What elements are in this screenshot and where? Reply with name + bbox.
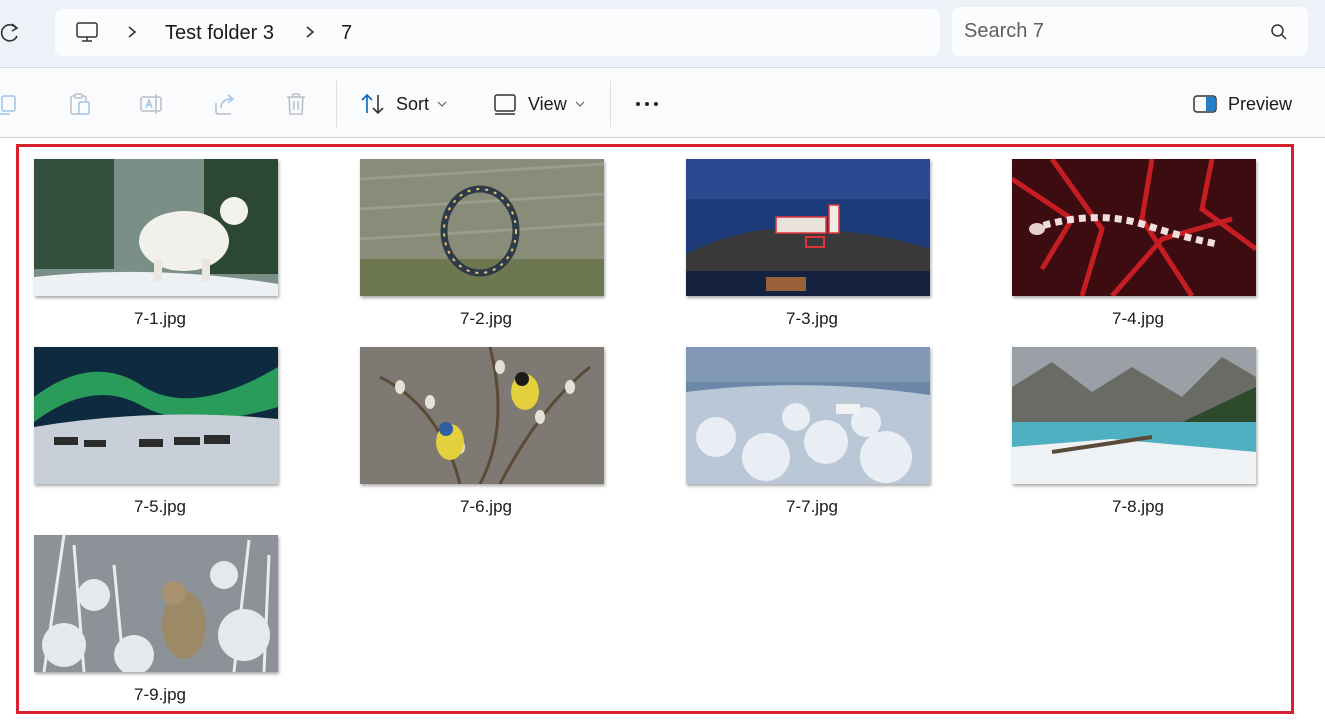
file-name: 7-2.jpg <box>460 309 512 328</box>
sort-button[interactable]: Sort <box>360 87 447 121</box>
refresh-icon[interactable] <box>0 22 20 44</box>
file-tile-7-5[interactable]: 7-5.jpg <box>34 347 280 516</box>
breadcrumb-test-folder-3[interactable]: Test folder 3 <box>165 22 274 45</box>
command-bar: Sort View Preview <box>0 69 1325 138</box>
file-name: 7-3.jpg <box>786 309 838 328</box>
sort-label: Sort <box>396 93 430 114</box>
preview-button[interactable]: Preview <box>1192 87 1292 121</box>
delete-icon[interactable] <box>283 91 309 117</box>
thumbnail-mountain-goat <box>34 159 278 296</box>
thumbnail-lighthouse-night <box>686 159 930 296</box>
title-bar: Test folder 3 7 <box>0 0 1325 68</box>
breadcrumb-7[interactable]: 7 <box>341 22 352 45</box>
file-name: 7-4.jpg <box>1112 309 1164 328</box>
thumbnail-red-coral-shrimp <box>1012 159 1256 296</box>
share-icon[interactable] <box>212 91 238 117</box>
file-tile-7-2[interactable]: 7-2.jpg <box>360 159 606 328</box>
preview-pane-icon <box>1193 95 1217 113</box>
file-name: 7-8.jpg <box>1112 497 1164 516</box>
file-tile-7-7[interactable]: 7-7.jpg <box>686 347 932 516</box>
toolbar-separator <box>336 81 337 127</box>
chevron-down-icon <box>575 101 585 107</box>
file-tile-7-1[interactable]: 7-1.jpg <box>34 159 280 328</box>
thumbnail-ring-in-field <box>360 159 604 296</box>
file-tile-7-8[interactable]: 7-8.jpg <box>1012 347 1258 516</box>
search-input[interactable] <box>964 15 1254 47</box>
thumbnail-frozen-mountain-lake <box>1012 347 1256 484</box>
thumbnail-aurora-reindeer <box>34 347 278 484</box>
thumbnail-snowy-estate <box>686 347 930 484</box>
chevron-right-icon[interactable] <box>125 24 139 40</box>
thumbnail-blue-tits-willow <box>360 347 604 484</box>
more-icon[interactable] <box>634 91 660 117</box>
file-tile-7-4[interactable]: 7-4.jpg <box>1012 159 1258 328</box>
sort-icon <box>361 93 384 115</box>
file-tile-7-6[interactable]: 7-6.jpg <box>360 347 606 516</box>
file-name: 7-1.jpg <box>134 309 186 328</box>
rename-icon[interactable] <box>139 91 165 117</box>
file-name: 7-6.jpg <box>460 497 512 516</box>
search-icon[interactable] <box>1270 23 1288 41</box>
thumbnail-lynx-snowy-forest <box>34 535 278 672</box>
chevron-right-icon[interactable] <box>303 24 317 40</box>
file-name: 7-5.jpg <box>134 497 186 516</box>
file-name: 7-7.jpg <box>786 497 838 516</box>
this-pc-icon[interactable] <box>75 20 99 44</box>
file-name: 7-9.jpg <box>134 685 186 704</box>
toolbar-separator <box>610 81 611 127</box>
paste-icon[interactable] <box>67 91 93 117</box>
file-tile-7-3[interactable]: 7-3.jpg <box>686 159 932 328</box>
chevron-down-icon <box>437 101 447 107</box>
preview-label: Preview <box>1228 93 1293 114</box>
view-button[interactable]: View <box>492 87 585 121</box>
view-icon <box>494 94 516 115</box>
view-label: View <box>528 93 567 114</box>
file-tile-7-9[interactable]: 7-9.jpg <box>34 535 280 704</box>
search-box[interactable] <box>952 7 1308 56</box>
copy-icon[interactable] <box>0 91 20 117</box>
address-bar[interactable]: Test folder 3 7 <box>55 9 940 56</box>
